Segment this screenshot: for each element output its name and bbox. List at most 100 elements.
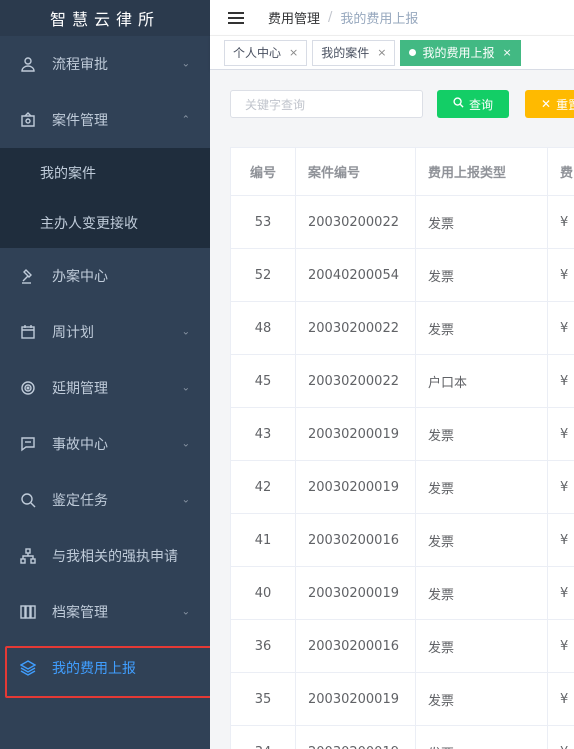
column-header-id: 编号: [230, 147, 296, 196]
cell-type: 户口本: [415, 354, 548, 408]
cell-fee: ¥: [547, 725, 574, 749]
cell-id: 52: [230, 248, 296, 302]
search-input[interactable]: 关键字查询: [230, 90, 423, 118]
cell-fee: ¥: [547, 619, 574, 673]
cell-fee: ¥: [547, 460, 574, 514]
case-icon: [18, 110, 38, 130]
reset-button[interactable]: ✕ 重置: [525, 90, 574, 118]
chevron-down-icon: ⌄: [181, 382, 190, 394]
cell-type: 发票: [415, 672, 548, 726]
breadcrumb-separator: /: [328, 10, 333, 25]
search-icon: [18, 490, 38, 510]
tag-label: 个人中心: [233, 46, 282, 60]
table-row[interactable]: 45 20030200022 户口本 ¥: [230, 354, 574, 408]
cell-type: 发票: [415, 248, 548, 302]
chevron-down-icon: ⌄: [181, 326, 190, 338]
search-icon: [453, 97, 464, 111]
table-row[interactable]: 41 20030200016 发票 ¥: [230, 513, 574, 567]
cell-case-no: 20030200019: [295, 407, 416, 461]
sidebar-item-label: 我的费用上报: [52, 661, 136, 677]
sidebar-item-label: 鉴定任务: [52, 493, 108, 509]
cell-id: 41: [230, 513, 296, 567]
table-header-row: 编号 案件编号 费用上报类型 费: [230, 147, 574, 196]
gavel-icon: [18, 266, 38, 286]
tag-label: 我的费用上报: [422, 46, 495, 60]
cell-type: 发票: [415, 460, 548, 514]
cell-id: 36: [230, 619, 296, 673]
cell-fee: ¥: [547, 248, 574, 302]
breadcrumb-current: 我的费用上报: [340, 12, 419, 27]
table-row[interactable]: 52 20040200054 发票 ¥: [230, 248, 574, 302]
active-dot-icon: [409, 49, 417, 56]
close-icon[interactable]: ×: [377, 46, 386, 59]
table-row[interactable]: 42 20030200019 发票 ¥: [230, 460, 574, 514]
sidebar-subitem-my-cases[interactable]: 我的案件: [0, 148, 210, 198]
chevron-down-icon: ⌄: [181, 438, 190, 450]
cell-id: 43: [230, 407, 296, 461]
navbar: 费用管理 / 我的费用上报: [210, 0, 574, 36]
table-row[interactable]: 40 20030200019 发票 ¥: [230, 566, 574, 620]
table-row[interactable]: 36 20030200016 发票 ¥: [230, 619, 574, 673]
close-icon[interactable]: ×: [502, 46, 511, 59]
calendar-icon: [18, 322, 38, 342]
search-button[interactable]: 查询: [437, 90, 509, 118]
chevron-down-icon: ⌄: [181, 58, 190, 70]
cell-id: 40: [230, 566, 296, 620]
sidebar-item-weekly-plan[interactable]: 周计划 ⌄: [0, 304, 210, 360]
tag-personal-center[interactable]: 个人中心 ×: [224, 39, 308, 66]
cell-case-no: 20030200019: [295, 460, 416, 514]
cell-type: 发票: [415, 513, 548, 567]
sidebar-item-approval[interactable]: 流程审批 ⌄: [0, 36, 210, 92]
tag-my-cases[interactable]: 我的案件 ×: [312, 39, 396, 66]
close-icon: ✕: [541, 97, 552, 111]
column-header-case-no: 案件编号: [295, 147, 416, 196]
sidebar-item-enforcement[interactable]: 与我相关的强执申请: [0, 528, 210, 584]
cell-fee: ¥: [547, 354, 574, 408]
sidebar-item-my-expense[interactable]: 我的费用上报: [0, 640, 210, 696]
cell-type: 发票: [415, 725, 548, 749]
table-row[interactable]: 53 20030200022 发票 ¥: [230, 195, 574, 249]
sidebar-item-extension[interactable]: 延期管理 ⌄: [0, 360, 210, 416]
cell-case-no: 20030200022: [295, 354, 416, 408]
sidebar-item-case-center[interactable]: 办案中心: [0, 248, 210, 304]
sidebar-item-label: 延期管理: [52, 381, 108, 397]
cell-type: 发票: [415, 195, 548, 249]
chevron-down-icon: ⌄: [181, 494, 190, 506]
user-icon: [18, 54, 38, 74]
breadcrumb-parent[interactable]: 费用管理: [268, 8, 320, 27]
layers-icon: [18, 658, 38, 678]
table-row[interactable]: 48 20030200022 发票 ¥: [230, 301, 574, 355]
hamburger-icon[interactable]: [228, 9, 244, 27]
sidebar-item-label: 案件管理: [52, 113, 108, 129]
cell-fee: ¥: [547, 566, 574, 620]
sidebar-item-label: 流程审批: [52, 57, 108, 73]
sidebar-item-label: 档案管理: [52, 605, 108, 621]
sidebar-item-archive[interactable]: 档案管理 ⌄: [0, 584, 210, 640]
table-row[interactable]: 35 20030200019 发票 ¥: [230, 672, 574, 726]
sidebar-item-cases[interactable]: 案件管理 ⌃: [0, 92, 210, 148]
cell-case-no: 20040200054: [295, 248, 416, 302]
tag-label: 我的案件: [321, 46, 370, 60]
table-row[interactable]: 43 20030200019 发票 ¥: [230, 407, 574, 461]
sidebar-item-appraisal[interactable]: 鉴定任务 ⌄: [0, 472, 210, 528]
column-header-fee: 费: [547, 147, 574, 196]
sidebar-item-label: 办案中心: [52, 269, 108, 285]
cell-type: 发票: [415, 566, 548, 620]
app-title: 智慧云律所: [0, 0, 210, 36]
table-row[interactable]: 3420030200019发票¥: [230, 725, 574, 749]
content-area: 关键字查询 查询 ✕ 重置 编号 案件编号: [210, 70, 574, 749]
expense-table: 编号 案件编号 费用上报类型 费 53 20030200022 发票 ¥52 20040…: [230, 147, 574, 749]
sidebar-item-accident[interactable]: 事故中心 ⌄: [0, 416, 210, 472]
close-icon[interactable]: ×: [289, 46, 298, 59]
cell-case-no: 20030200016: [295, 619, 416, 673]
chevron-up-icon: ⌃: [181, 114, 190, 126]
cell-id: 53: [230, 195, 296, 249]
filter-toolbar: 关键字查询 查询 ✕ 重置: [230, 90, 574, 118]
reset-button-label: 重置: [556, 97, 574, 112]
sidebar-item-label: 事故中心: [52, 437, 108, 453]
cell-id: 48: [230, 301, 296, 355]
cell-id: 45: [230, 354, 296, 408]
tag-my-expense[interactable]: 我的费用上报 ×: [400, 39, 521, 66]
cell-case-no: 20030200022: [295, 301, 416, 355]
sidebar-subitem-host-change[interactable]: 主办人变更接收: [0, 198, 210, 248]
